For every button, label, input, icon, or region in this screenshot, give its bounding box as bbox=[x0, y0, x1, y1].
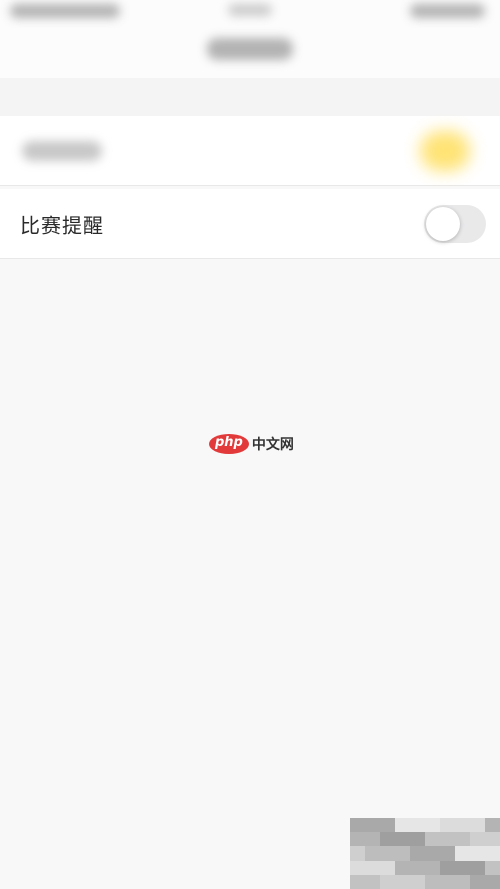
pixel-cell bbox=[485, 860, 500, 875]
pixel-cell bbox=[410, 818, 425, 833]
pixel-cell bbox=[440, 818, 455, 833]
pixel-cell bbox=[350, 818, 365, 833]
match-reminder-label: 比赛提醒 bbox=[20, 213, 104, 237]
pixel-cell bbox=[455, 846, 470, 861]
pixel-cell bbox=[455, 818, 470, 833]
pixel-cell bbox=[425, 860, 440, 875]
status-bar-time-blurred bbox=[228, 4, 272, 16]
pixel-cell bbox=[350, 846, 365, 861]
pixel-cell bbox=[470, 818, 485, 833]
corner-pixelation bbox=[350, 818, 500, 889]
pixel-cell bbox=[425, 818, 440, 833]
pixel-cell bbox=[395, 832, 410, 847]
pixel-cell bbox=[485, 818, 500, 833]
pixel-cell bbox=[410, 874, 425, 889]
settings-row-match-reminder[interactable]: 比赛提醒 bbox=[0, 189, 500, 259]
pixel-cell bbox=[350, 832, 365, 847]
pixel-cell bbox=[440, 846, 455, 861]
pixel-cell bbox=[395, 818, 410, 833]
pixel-cell bbox=[350, 860, 365, 875]
watermark: php 中文网 bbox=[209, 433, 294, 455]
pixel-cell bbox=[425, 846, 440, 861]
nav-title-blurred bbox=[207, 38, 293, 60]
row-label-blurred bbox=[22, 141, 102, 161]
pixel-cell bbox=[380, 846, 395, 861]
pixel-cell bbox=[425, 832, 440, 847]
pixel-cell bbox=[395, 874, 410, 889]
pixel-cell bbox=[365, 846, 380, 861]
pixel-cell bbox=[365, 860, 380, 875]
pixel-cell bbox=[365, 818, 380, 833]
pixel-cell bbox=[350, 874, 365, 889]
pixel-cell bbox=[470, 832, 485, 847]
pixel-cell bbox=[380, 874, 395, 889]
toggle-knob bbox=[426, 206, 460, 241]
pixel-cell bbox=[470, 874, 485, 889]
watermark-text: 中文网 bbox=[251, 437, 294, 453]
pixel-cell bbox=[485, 832, 500, 847]
pixel-cell bbox=[485, 846, 500, 861]
pixel-cell bbox=[380, 860, 395, 875]
match-reminder-toggle[interactable] bbox=[424, 204, 486, 243]
pixel-cell bbox=[455, 874, 470, 889]
pixel-cell bbox=[395, 860, 410, 875]
status-bar-carrier-blurred bbox=[10, 4, 120, 18]
pixel-cell bbox=[455, 860, 470, 875]
status-bar bbox=[0, 0, 500, 28]
nav-bar bbox=[0, 28, 500, 78]
pixel-cell bbox=[410, 860, 425, 875]
pixel-cell bbox=[470, 846, 485, 861]
screen: 比赛提醒 php 中文网 bbox=[0, 0, 500, 889]
watermark-logo: php bbox=[209, 434, 249, 454]
toggle-on-blurred[interactable] bbox=[420, 130, 470, 171]
pixel-cell bbox=[380, 832, 395, 847]
pixel-cell bbox=[440, 832, 455, 847]
pixel-cell bbox=[485, 874, 500, 889]
status-bar-battery-blurred bbox=[410, 4, 485, 18]
settings-row-obscured[interactable] bbox=[0, 116, 500, 186]
section-gap bbox=[0, 78, 500, 116]
pixel-cell bbox=[365, 874, 380, 889]
pixel-cell bbox=[365, 832, 380, 847]
pixel-cell bbox=[440, 860, 455, 875]
pixel-cell bbox=[440, 874, 455, 889]
pixel-cell bbox=[425, 874, 440, 889]
pixel-cell bbox=[395, 846, 410, 861]
pixel-cell bbox=[410, 846, 425, 861]
pixel-cell bbox=[470, 860, 485, 875]
pixel-cell bbox=[380, 818, 395, 833]
pixel-cell bbox=[410, 832, 425, 847]
pixel-cell bbox=[455, 832, 470, 847]
